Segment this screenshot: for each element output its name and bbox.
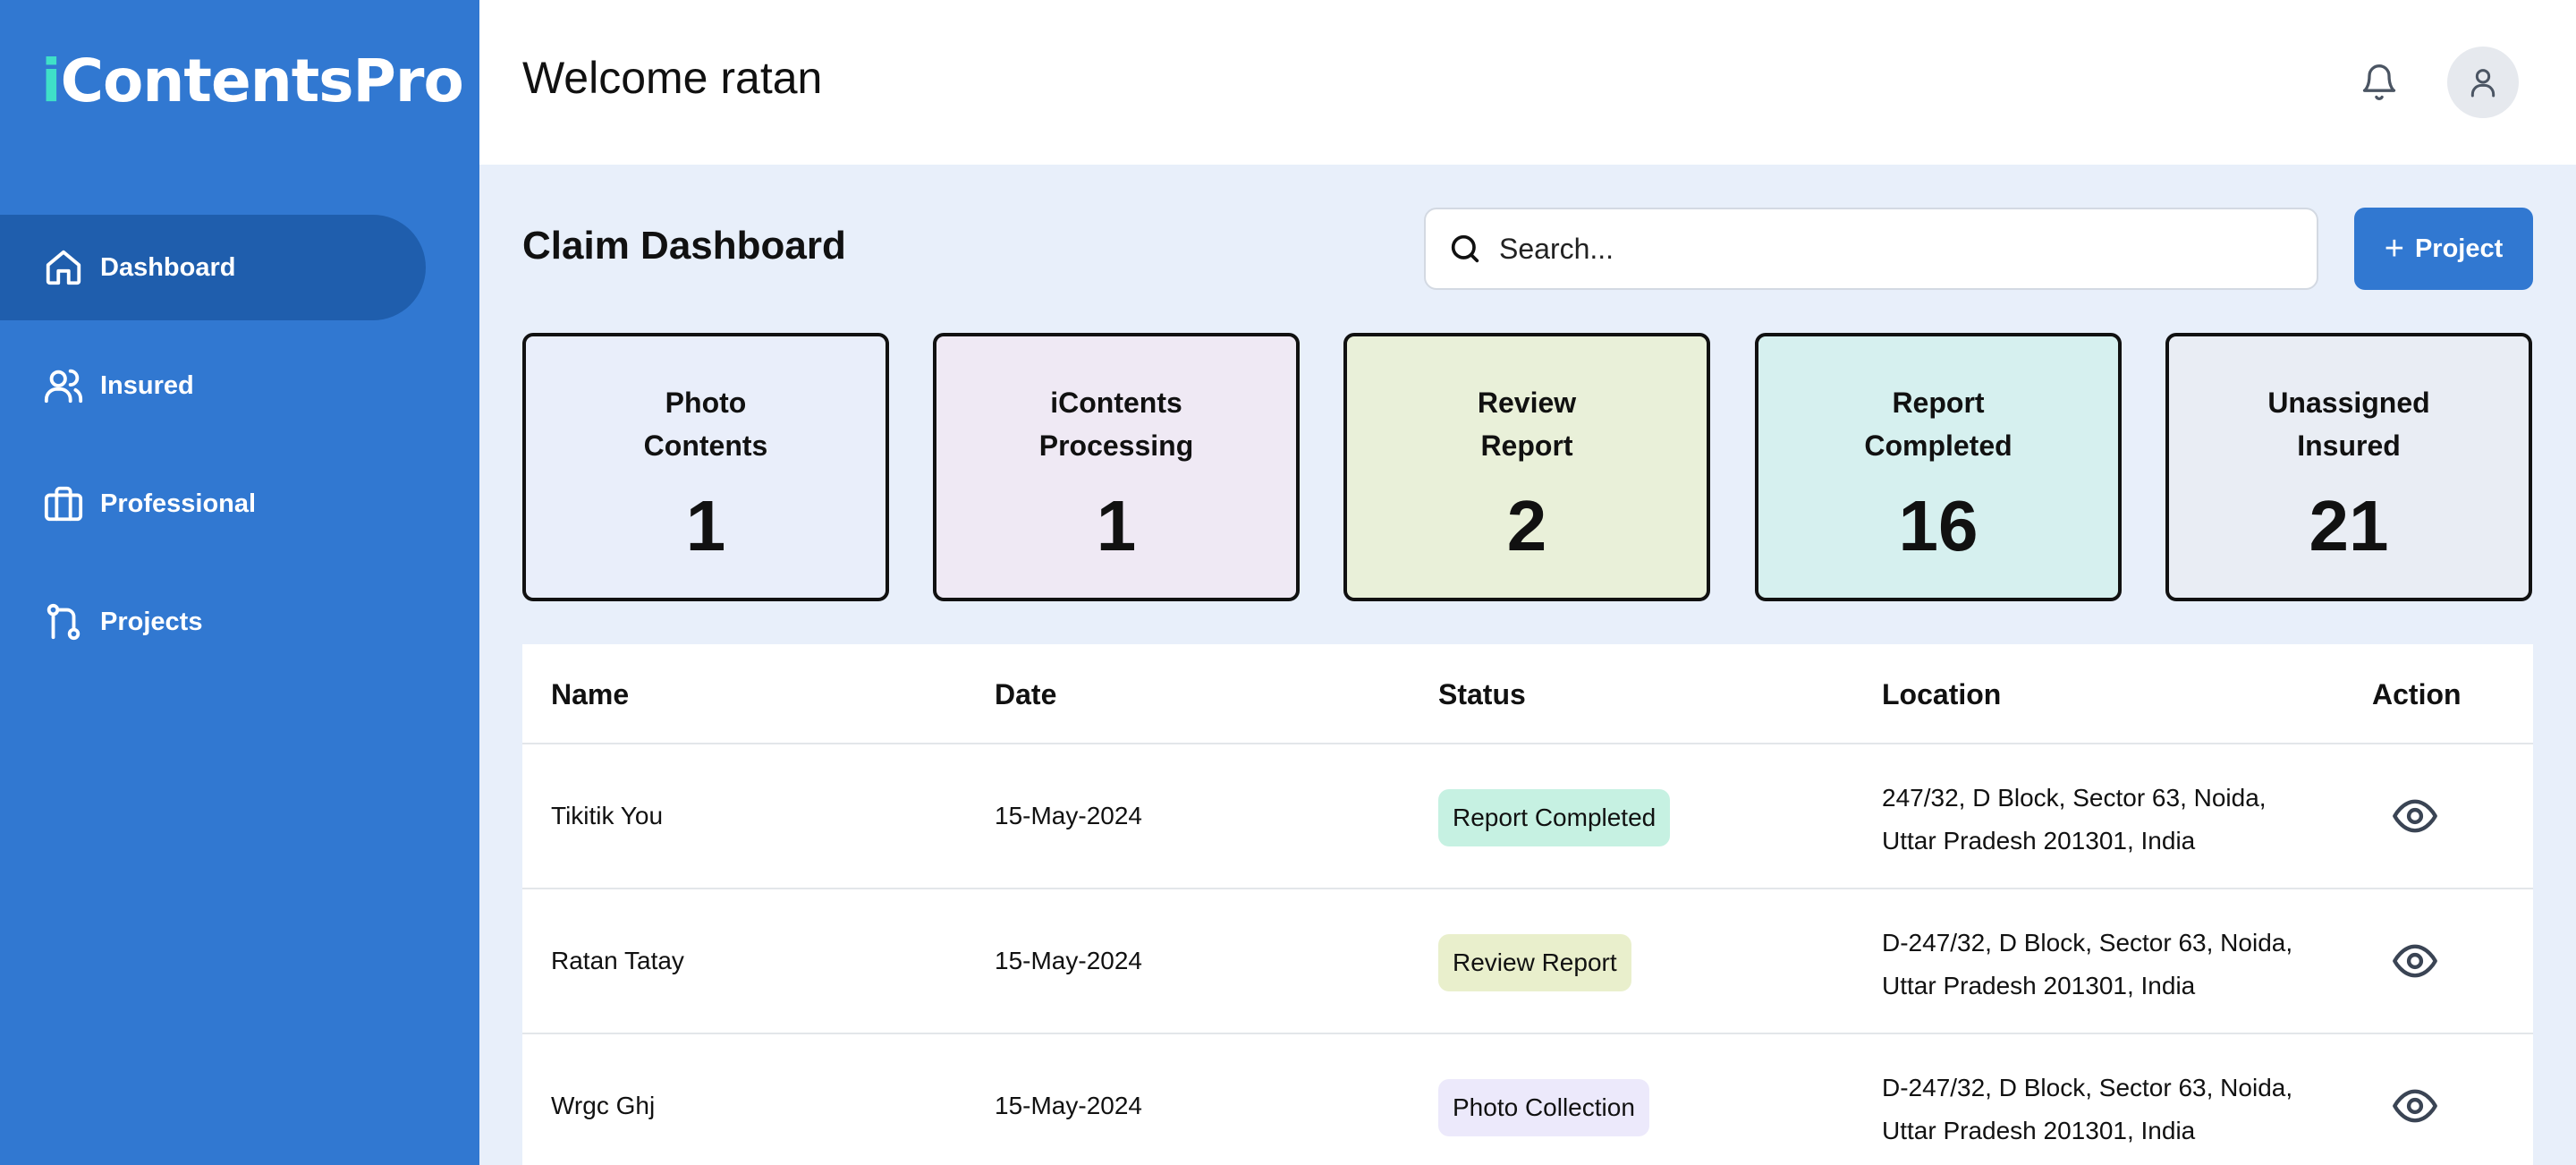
column-header-location[interactable]: Location (1882, 678, 2001, 711)
eye-icon[interactable] (2392, 1086, 2438, 1126)
sidebar-item-dashboard[interactable]: Dashboard (0, 215, 426, 320)
welcome-text: Welcome ratan (522, 53, 823, 103)
column-header-status[interactable]: Status (1438, 678, 1526, 711)
stat-value: 1 (685, 486, 726, 565)
stat-label-line1: Photo (665, 387, 747, 419)
stat-label-line1: Review (1477, 387, 1577, 419)
sidebar-item-label: Dashboard (100, 252, 236, 282)
cell-date: 15-May-2024 (995, 947, 1142, 974)
home-icon (43, 247, 84, 288)
bell-icon[interactable] (2360, 63, 2399, 102)
stat-label-line2: Insured (2297, 429, 2401, 462)
sidebar-item-label: Insured (100, 370, 194, 400)
avatar[interactable] (2447, 47, 2519, 118)
column-header-date[interactable]: Date (995, 678, 1056, 711)
claims-table: Name Date Status Location Action Tikitik… (522, 644, 2533, 1165)
stat-card-photo-contents[interactable]: Photo Contents 1 (522, 333, 889, 601)
status-badge: Review Report (1438, 934, 1631, 991)
add-project-button[interactable]: + Project (2354, 208, 2533, 290)
stat-value: 16 (1898, 486, 1979, 565)
table-row[interactable]: Ratan Tatay 15-May-2024 Review Report D-… (522, 889, 2533, 1034)
search-icon (1451, 234, 1479, 263)
app-logo[interactable]: iContentsPro (41, 47, 464, 115)
search-input[interactable] (1499, 232, 2286, 266)
search-box[interactable] (1424, 208, 2318, 290)
stat-label-line2: Report (1480, 429, 1573, 462)
status-badge: Report Completed (1438, 789, 1671, 846)
column-header-name[interactable]: Name (551, 678, 629, 711)
cell-location: 247/32, D Block, Sector 63, Noida, Uttar … (1882, 784, 2267, 855)
stat-value: 21 (2309, 486, 2389, 565)
git-branch-icon (43, 601, 84, 642)
page-title: Claim Dashboard (522, 224, 846, 268)
sidebar-item-label: Professional (100, 489, 257, 518)
table-row[interactable]: Wrgc Ghj 15-May-2024 Photo Collection D-… (522, 1034, 2533, 1165)
stat-value: 1 (1096, 486, 1137, 565)
top-header: Welcome ratan (479, 0, 2576, 165)
cell-name: Ratan Tatay (551, 947, 684, 974)
column-header-action: Action (2372, 678, 2462, 710)
cell-location: D-247/32, D Block, Sector 63, Noida, Utta… (1882, 929, 2293, 999)
sidebar-item-professional[interactable]: Professional (0, 451, 426, 557)
cell-name: Wrgc Ghj (551, 1092, 656, 1119)
status-badge: Photo Collection (1438, 1079, 1649, 1136)
user-icon (2470, 69, 2496, 98)
stat-card-unassigned-insured[interactable]: Unassigned Insured 21 (2165, 333, 2532, 601)
eye-icon[interactable] (2392, 796, 2438, 836)
stat-label-line1: Unassigned (2267, 387, 2430, 419)
table-header: Name Date Status Location Action (522, 644, 2533, 744)
stat-label-line2: Processing (1038, 429, 1194, 462)
sidebar: iContentsPro Dashboard Insured Professio… (0, 0, 479, 1165)
add-project-label: Project (2414, 234, 2504, 263)
stat-label-line2: Completed (1864, 429, 2012, 462)
stat-label-line1: Report (1892, 387, 1985, 419)
sidebar-item-projects[interactable]: Projects (0, 569, 426, 675)
cell-date: 15-May-2024 (995, 1092, 1142, 1119)
stat-card-review-report[interactable]: Review Report 2 (1343, 333, 1710, 601)
stat-label-line1: iContents (1050, 387, 1182, 419)
cell-date: 15-May-2024 (995, 802, 1142, 829)
sidebar-item-insured[interactable]: Insured (0, 333, 426, 438)
eye-icon[interactable] (2392, 941, 2438, 981)
cell-location: D-247/32, D Block, Sector 63, Noida, Utta… (1882, 1074, 2293, 1144)
briefcase-icon (43, 483, 84, 524)
stat-label-line2: Contents (643, 429, 768, 462)
plus-icon: + (2384, 229, 2404, 268)
stat-card-icontents-processing[interactable]: iContents Processing 1 (933, 333, 1300, 601)
table-row[interactable]: Tikitik You 15-May-2024 Report Completed… (522, 744, 2533, 889)
cell-name: Tikitik You (551, 802, 664, 829)
sidebar-item-label: Projects (100, 607, 203, 636)
stat-card-report-completed[interactable]: Report Completed 16 (1755, 333, 2122, 601)
users-icon (43, 365, 84, 406)
stat-value: 2 (1506, 486, 1547, 565)
